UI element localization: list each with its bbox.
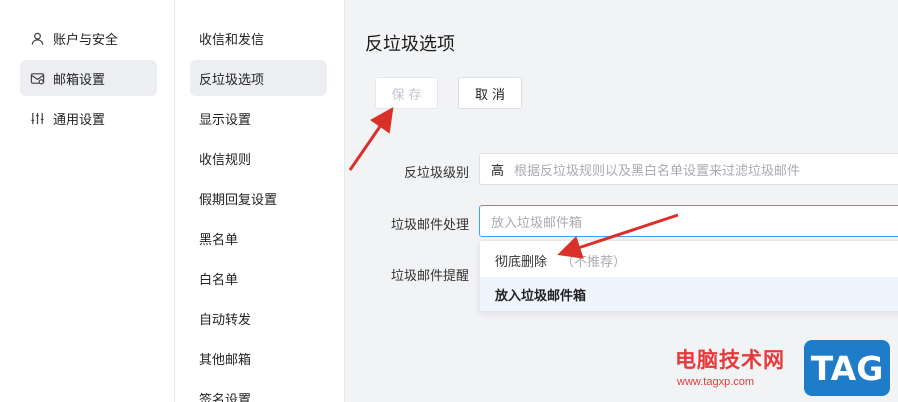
sidebar-item-account-security[interactable]: 账户与安全 [20,20,157,56]
settings-sidebar: 账户与安全 邮箱设置 通用设置 [0,0,175,402]
spam-level-value: 高 [491,162,505,178]
subnav-item-blacklist[interactable]: 黑名单 [190,220,327,256]
sidebar-item-label: 通用设置 [53,111,106,127]
spam-handling-label: 垃圾邮件处理 [390,217,469,232]
subnav-item-anti-spam[interactable]: 反垃圾选项 [190,60,327,96]
subnav-item-rules[interactable]: 收信规则 [190,140,327,176]
sidebar-item-label: 邮箱设置 [53,71,106,87]
option-label: 放入垃圾邮件箱 [495,287,587,303]
subnav-item-other-mailbox[interactable]: 其他邮箱 [190,340,327,376]
watermark-site-name: 电脑技术网 [675,349,785,372]
option-delete-permanently[interactable]: 彻底删除 （不推荐） [480,243,898,277]
spam-handling-dropdown: 彻底删除 （不推荐） 放入垃圾邮件箱 [479,240,898,312]
spam-level-select[interactable]: 高 根据反垃圾规则以及黑白名单设置来过滤垃圾邮件 [479,153,898,185]
subnav-item-send-receive[interactable]: 收信和发信 [190,20,327,56]
spam-reminder-label: 垃圾邮件提醒 [390,268,469,283]
subnav-item-display[interactable]: 显示设置 [190,100,327,136]
option-note: （不推荐） [561,253,627,269]
cancel-button[interactable]: 取消 [458,77,522,109]
watermark: 电脑技术网 www.tagxp.com TAG [675,340,890,398]
subnav-item-signature[interactable]: 签名设置 [190,380,327,402]
subnav-item-whitelist[interactable]: 白名单 [190,260,327,296]
option-move-to-spam[interactable]: 放入垃圾邮件箱 [480,277,898,311]
watermark-url: www.tagxp.com [677,376,755,388]
spam-level-description: 根据反垃圾规则以及黑白名单设置来过滤垃圾邮件 [514,162,801,178]
mailbox-icon [29,70,45,86]
spam-level-label: 反垃圾级别 [403,165,469,180]
spam-handling-placeholder: 放入垃圾邮件箱 [491,214,583,230]
subnav-item-auto-forward[interactable]: 自动转发 [190,300,327,336]
sidebar-item-general-settings[interactable]: 通用设置 [20,100,157,136]
sliders-icon [29,110,45,126]
save-button[interactable]: 保存 [375,77,438,109]
subnav-item-vacation-reply[interactable]: 假期回复设置 [190,180,327,216]
sidebar-item-label: 账户与安全 [53,31,119,47]
user-icon [29,30,45,46]
page-title: 反垃圾选项 [365,34,455,54]
spam-handling-select[interactable]: 放入垃圾邮件箱 [479,205,898,237]
option-label: 彻底删除 [495,253,548,269]
settings-subnav: 收信和发信 反垃圾选项 显示设置 收信规则 假期回复设置 黑名单 白名单 自动转… [175,0,345,402]
sidebar-item-mailbox-settings[interactable]: 邮箱设置 [20,60,157,96]
watermark-tag-logo: TAG [804,340,890,396]
